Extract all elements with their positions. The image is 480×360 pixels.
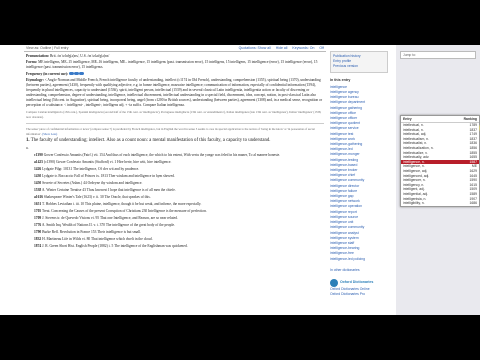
entry-toolbar: View as: Outline | Full entry Quotations…: [24, 45, 326, 52]
previous-version-link[interactable]: Previous version: [333, 64, 385, 69]
entry-sidebar: Publication history Entry profile Previo…: [330, 51, 388, 297]
sidebar: Publication history Entry profile Previo…: [327, 45, 480, 315]
browse-header: Entry Ranking: [401, 116, 479, 123]
forms-label: Forms:: [26, 60, 38, 64]
quotation-text: Burke Refl. Revolution in France 153 The…: [42, 230, 142, 234]
quotation-year: 1430: [34, 174, 42, 178]
entry-content: View as: Outline | Full entry Quotations…: [24, 45, 326, 315]
quotation: 1790 Burke Refl. Revolution in France 15…: [34, 230, 326, 235]
etymology-label: Etymology:: [26, 78, 44, 82]
quotation: 1426 Lydgate Pilgr. 10131 The intelligen…: [34, 167, 326, 172]
quotation-year: c1390: [34, 153, 43, 157]
toolbar-links: Quotations: Show all Hide all Keywords: …: [235, 46, 324, 50]
quotation-year: a1616: [34, 195, 43, 199]
quotation-list: c1390 Gower Confessio Amantis (Fairf.) v…: [34, 153, 326, 249]
compare-note: Compare Catalan intelligència (13th cent…: [26, 109, 322, 119]
sense-note: The sense 'piece of confidential informa…: [26, 127, 324, 137]
quotation-text: Shakespeare Winter's Tale (1623) v. ii. …: [43, 195, 151, 199]
frequency-band-icon[interactable]: [79, 72, 84, 76]
browse-dictionary-list: Entry Ranking intellectual, n. 1789 intell…: [400, 115, 480, 207]
keywords-off-link[interactable]: Off: [319, 46, 324, 50]
quotation: 1538 A. Winter Certaine Treatise 43 Thou…: [34, 188, 326, 193]
frequency-label: Frequency (in current use):: [26, 71, 69, 76]
sense-number: 1.: [26, 138, 30, 143]
divider: [26, 122, 324, 124]
oxford-logo-icon: [330, 278, 338, 287]
browse-row-date: 1686: [469, 201, 477, 206]
etymology-tail: < intelligent- , intelligent-, intellige…: [64, 103, 185, 107]
forms-line: Forms: ME intelligens, ME–15 intelligenc…: [26, 60, 324, 70]
quotations-show-all-link[interactable]: Quotations: Show all: [239, 46, 271, 50]
show-less-link[interactable]: (Show Less): [42, 132, 57, 136]
quotation: 1832 H. Martineau Life in Wilds vi. 80 T…: [34, 237, 326, 242]
quotation-text: Lydgate Pilgr. 10131 The intelligence, O…: [42, 167, 140, 171]
quotation-text: Treat. Concerning the Causes of the pres…: [42, 209, 207, 213]
quotation: 1709 J. Stevens tr. de Quevedo Visions v…: [34, 216, 326, 221]
in-other-dictionaries-label: In other dictionaries: [330, 267, 360, 272]
quotation-year: 1874: [34, 244, 42, 248]
sense-1-definition: 1. The faculty of understanding; intelle…: [26, 138, 324, 145]
quotation: c1390 Gower Confessio Amantis (Fairf.) v…: [34, 153, 326, 158]
browse-rows: intellectual, n. 1789 intellectual, n. 1837…: [401, 123, 479, 206]
quotation-year: 1709: [34, 216, 42, 220]
browse-row[interactable]: intelligibility, n. 1686: [401, 201, 479, 206]
oxford-brand: Oxford Dictionaries: [340, 280, 374, 285]
jump-to-input[interactable]: Jump to:: [400, 51, 476, 59]
quotation-text: Secrete of Secretes (Ashm.) 44 Ordeyne t…: [42, 181, 143, 185]
browse-row-headword: intelligibility, n.: [403, 201, 425, 206]
quotation-text: A. Winter Certaine Treatise 43 Thou know…: [41, 188, 176, 192]
keywords-on-link[interactable]: Keywords: On: [292, 46, 314, 50]
oxford-dictionaries-logo[interactable]: Oxford Dictionaries: [330, 278, 388, 287]
oxford-dictionaries-block: In other dictionaries: [330, 268, 388, 273]
quotation-year: 1832: [34, 237, 42, 241]
quotation: 1450 Secrete of Secretes (Ashm.) 44 Orde…: [34, 181, 326, 186]
browser-viewport: View as: Outline | Full entry Quotations…: [0, 45, 480, 315]
quotation-year: 1790: [34, 230, 42, 234]
sense-note-text: The sense 'piece of confidential informa…: [26, 126, 315, 136]
etymology-line: Etymology: < Anglo-Norman and Middle Fre…: [26, 78, 324, 108]
oxford-pro-link[interactable]: Oxford Dictionaries Pro: [330, 292, 388, 297]
view-toggle[interactable]: View as: Outline | Full entry: [26, 46, 68, 50]
quotation-text: J. Stevens tr. de Quevedo Visions vi. 95…: [42, 216, 178, 220]
quotation-text: Gower Confessio Amantis (Fairf.) vii. 15…: [43, 153, 281, 157]
quotation-year: a1425: [34, 160, 43, 164]
quotation: 1776 A. Smith Inq. Wealth of Nations II.…: [34, 223, 326, 228]
sense-1-text: The faculty of understanding; intellect.…: [30, 138, 271, 143]
forms-value: ME intelligens, ME–15 intelligence, ME–1…: [26, 60, 318, 69]
quotation-text: H. Martineau Life in Wilds vi. 80 That i…: [42, 237, 153, 241]
browse-header-entry: Entry: [403, 117, 412, 121]
quotation-text: Lydgate tr. Boccaccio Fall of Princes ix…: [42, 174, 175, 178]
in-this-entry-heading: In this entry: [330, 77, 351, 82]
quotation: 1705 Treat. Concerning the Causes of the…: [34, 209, 326, 214]
quotation-text: J. R. Green Short Hist. English People (…: [42, 244, 188, 248]
pronunciation-label: Pronunciation:: [26, 53, 50, 58]
pronunciation-value: Brit. /ɪnˈtɛlɪdʒ(ə)ns/, U.S. /ɪnˈtɛlədʒ(…: [50, 53, 110, 58]
pronunciation-line: Pronunciation: Brit. /ɪnˈtɛlɪdʒ(ə)ns/, U…: [26, 54, 324, 59]
quotation: 1430 Lydgate tr. Boccaccio Fall of Princ…: [34, 174, 326, 179]
quotation: 1651 T. Hobbes Leviathan i. iii. 10 This…: [34, 202, 326, 207]
browse-panel: Jump to: Entry Ranking intellectual, n. 1…: [396, 45, 480, 315]
quotation-year: 1450: [34, 181, 42, 185]
quotation: 1874 J. R. Green Short Hist. English Peo…: [34, 244, 326, 249]
quotation-year: 1426: [34, 167, 42, 171]
quotation-text: T. Hobbes Leviathan i. iii. 10 This plai…: [42, 202, 202, 206]
frequency-line: Frequency (in current use):: [26, 72, 324, 77]
quotation-year: 1538: [34, 188, 42, 192]
in-this-entry-list: intelligence intelligence agency intellige…: [330, 85, 388, 262]
quotation-year: 1776: [34, 223, 42, 227]
quotation: a1616 Shakespeare Winter's Tale (1623) v…: [34, 195, 326, 200]
quotations-hide-all-link[interactable]: Hide all: [276, 46, 288, 50]
subsense-a: a.: [26, 146, 29, 150]
quotation-text: (c1390) Gower Confessio Amantis (Staffor…: [43, 160, 172, 164]
quotation-year: 1651: [34, 202, 42, 206]
quotation-text: A. Smith Inq. Wealth of Nations II. v. i…: [41, 223, 175, 227]
quotation-year: 1705: [34, 209, 42, 213]
entry-tools-box: Publication history Entry profile Previo…: [330, 51, 388, 73]
quotation: a1425 (c1390) Gower Confessio Amantis (S…: [34, 160, 326, 165]
browse-header-ranking: Ranking: [463, 117, 477, 121]
in-this-entry-link[interactable]: intelligence-led policing: [330, 257, 388, 262]
